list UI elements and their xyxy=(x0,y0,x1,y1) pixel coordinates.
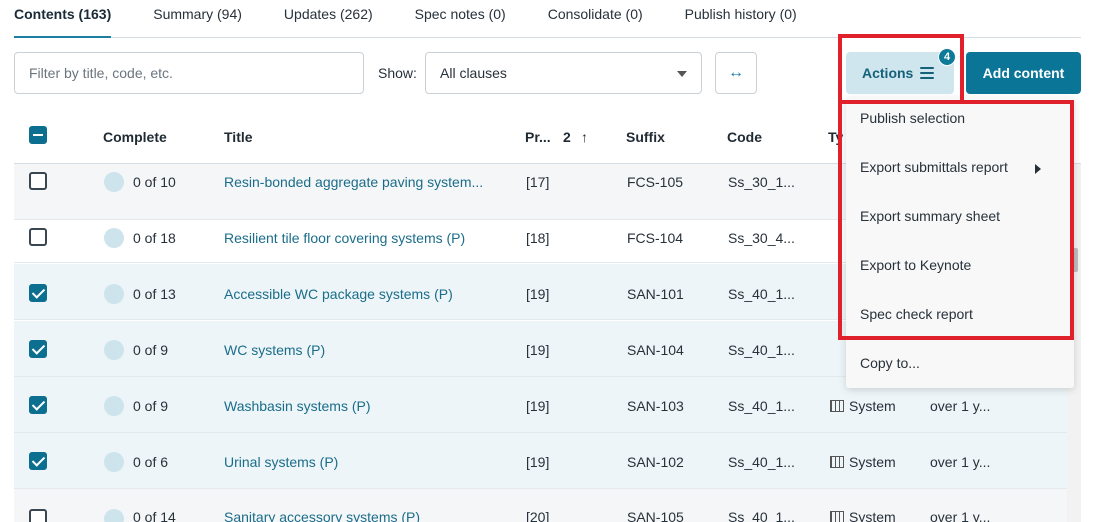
row-suffix: SAN-105 xyxy=(627,509,684,522)
progress-circle-icon xyxy=(104,228,124,248)
row-title-link[interactable]: Resin-bonded aggregate paving system... xyxy=(224,174,483,190)
select-all-checkbox[interactable] xyxy=(29,126,47,144)
row-title-link[interactable]: Resilient tile floor covering systems (P… xyxy=(224,230,465,246)
row-pr: [18] xyxy=(526,230,550,246)
row-type-label: System xyxy=(849,454,896,470)
sort-arrow-up-icon[interactable]: ↑ xyxy=(581,129,588,145)
row-checkbox[interactable] xyxy=(29,284,47,302)
row-pr: [19] xyxy=(526,286,550,302)
tab-summary[interactable]: Summary (94) xyxy=(153,0,242,37)
progress-circle-icon xyxy=(104,284,124,304)
system-type-icon xyxy=(830,511,844,522)
header-title[interactable]: Title xyxy=(224,129,253,145)
row-pr: [19] xyxy=(526,342,550,358)
show-select-value: All clauses xyxy=(440,65,507,81)
row-suffix: FCS-104 xyxy=(627,230,684,246)
row-pr: [20] xyxy=(526,509,550,522)
row-updated: over 1 y... xyxy=(930,398,991,414)
menu-item-export-to-keynote[interactable]: Export to Keynote xyxy=(860,257,971,273)
row-complete: 0 of 6 xyxy=(133,454,169,470)
row-checkbox[interactable] xyxy=(29,172,47,190)
filter-input[interactable] xyxy=(14,52,364,94)
row-pr: [19] xyxy=(526,454,550,470)
row-type: System xyxy=(830,398,896,414)
submenu-arrow-icon xyxy=(1035,164,1041,174)
row-complete: 0 of 18 xyxy=(133,230,176,246)
progress-circle-icon xyxy=(104,340,124,360)
row-suffix: SAN-104 xyxy=(627,342,684,358)
tab-updates[interactable]: Updates (262) xyxy=(284,0,373,37)
expand-columns-button[interactable]: ↔ xyxy=(715,52,757,94)
row-suffix: SAN-103 xyxy=(627,398,684,414)
row-complete: 0 of 9 xyxy=(133,398,169,414)
tab-publish-history[interactable]: Publish history (0) xyxy=(685,0,797,37)
row-title-link[interactable]: Washbasin systems (P) xyxy=(224,398,371,414)
row-updated: over 1 y... xyxy=(930,454,991,470)
tab-spec-notes[interactable]: Spec notes (0) xyxy=(415,0,506,37)
row-code: Ss_40_1... xyxy=(728,509,795,522)
row-code: Ss_30_4... xyxy=(728,230,795,246)
hamburger-menu-icon xyxy=(920,67,934,79)
row-title-link[interactable]: Urinal systems (P) xyxy=(224,454,338,470)
row-code: Ss_30_1... xyxy=(728,174,795,190)
show-select[interactable]: All clauses xyxy=(425,52,702,94)
row-type-label: System xyxy=(849,509,896,522)
system-type-icon xyxy=(830,400,844,412)
actions-menu: Publish selection Export submittals repo… xyxy=(846,98,1074,388)
row-complete: 0 of 13 xyxy=(133,286,176,302)
row-checkbox[interactable] xyxy=(29,452,47,470)
row-title-link[interactable]: WC systems (P) xyxy=(224,342,325,358)
row-suffix: SAN-101 xyxy=(627,286,684,302)
table-row[interactable]: 0 of 14 Sanitary accessory systems (P) [… xyxy=(14,489,1067,522)
row-pr: [17] xyxy=(526,174,550,190)
row-code: Ss_40_1... xyxy=(728,454,795,470)
header-sort-index: 2 xyxy=(563,129,571,145)
system-type-icon xyxy=(830,456,844,468)
actions-label: Actions xyxy=(862,65,914,81)
tab-bar: Contents (163) Summary (94) Updates (262… xyxy=(14,0,1081,38)
menu-item-spec-check-report[interactable]: Spec check report xyxy=(860,306,973,322)
tab-contents[interactable]: Contents (163) xyxy=(14,0,112,38)
header-code[interactable]: Code xyxy=(727,129,762,145)
row-code: Ss_40_1... xyxy=(728,286,795,302)
row-pr: [19] xyxy=(526,398,550,414)
row-code: Ss_40_1... xyxy=(728,342,795,358)
row-complete: 0 of 14 xyxy=(133,509,176,522)
row-checkbox[interactable] xyxy=(29,396,47,414)
progress-circle-icon xyxy=(104,396,124,416)
menu-item-export-summary-sheet[interactable]: Export summary sheet xyxy=(860,208,1000,224)
row-checkbox[interactable] xyxy=(29,340,47,358)
row-title-link[interactable]: Sanitary accessory systems (P) xyxy=(224,509,420,522)
menu-item-publish-selection[interactable]: Publish selection xyxy=(860,110,965,126)
row-title-link[interactable]: Accessible WC package systems (P) xyxy=(224,286,453,302)
tab-consolidate[interactable]: Consolidate (0) xyxy=(548,0,643,37)
menu-item-export-submittals-report[interactable]: Export submittals report xyxy=(860,159,1008,175)
table-row[interactable]: 0 of 6 Urinal systems (P) [19] SAN-102 S… xyxy=(14,433,1067,489)
chevron-down-icon xyxy=(677,71,687,77)
row-code: Ss_40_1... xyxy=(728,398,795,414)
row-complete: 0 of 9 xyxy=(133,342,169,358)
row-type-label: System xyxy=(849,398,896,414)
row-complete: 0 of 10 xyxy=(133,174,176,190)
header-suffix[interactable]: Suffix xyxy=(626,129,665,145)
header-complete[interactable]: Complete xyxy=(103,129,167,145)
header-type[interactable]: Ty xyxy=(828,129,843,145)
row-checkbox[interactable] xyxy=(29,228,47,246)
add-content-button[interactable]: Add content xyxy=(966,52,1081,94)
row-suffix: SAN-102 xyxy=(627,454,684,470)
selection-count-badge: 4 xyxy=(938,48,956,66)
row-checkbox[interactable] xyxy=(29,509,47,522)
row-suffix: FCS-105 xyxy=(627,174,684,190)
row-type: System xyxy=(830,509,896,522)
row-updated: over 1 y... xyxy=(930,509,991,522)
header-pr[interactable]: Pr... xyxy=(525,129,551,145)
show-label: Show: xyxy=(378,65,417,81)
progress-circle-icon xyxy=(104,452,124,472)
progress-circle-icon xyxy=(104,509,124,522)
menu-item-copy-to[interactable]: Copy to... xyxy=(860,355,920,371)
row-type: System xyxy=(830,454,896,470)
progress-circle-icon xyxy=(104,172,124,192)
horizontal-arrows-icon: ↔ xyxy=(728,64,744,81)
